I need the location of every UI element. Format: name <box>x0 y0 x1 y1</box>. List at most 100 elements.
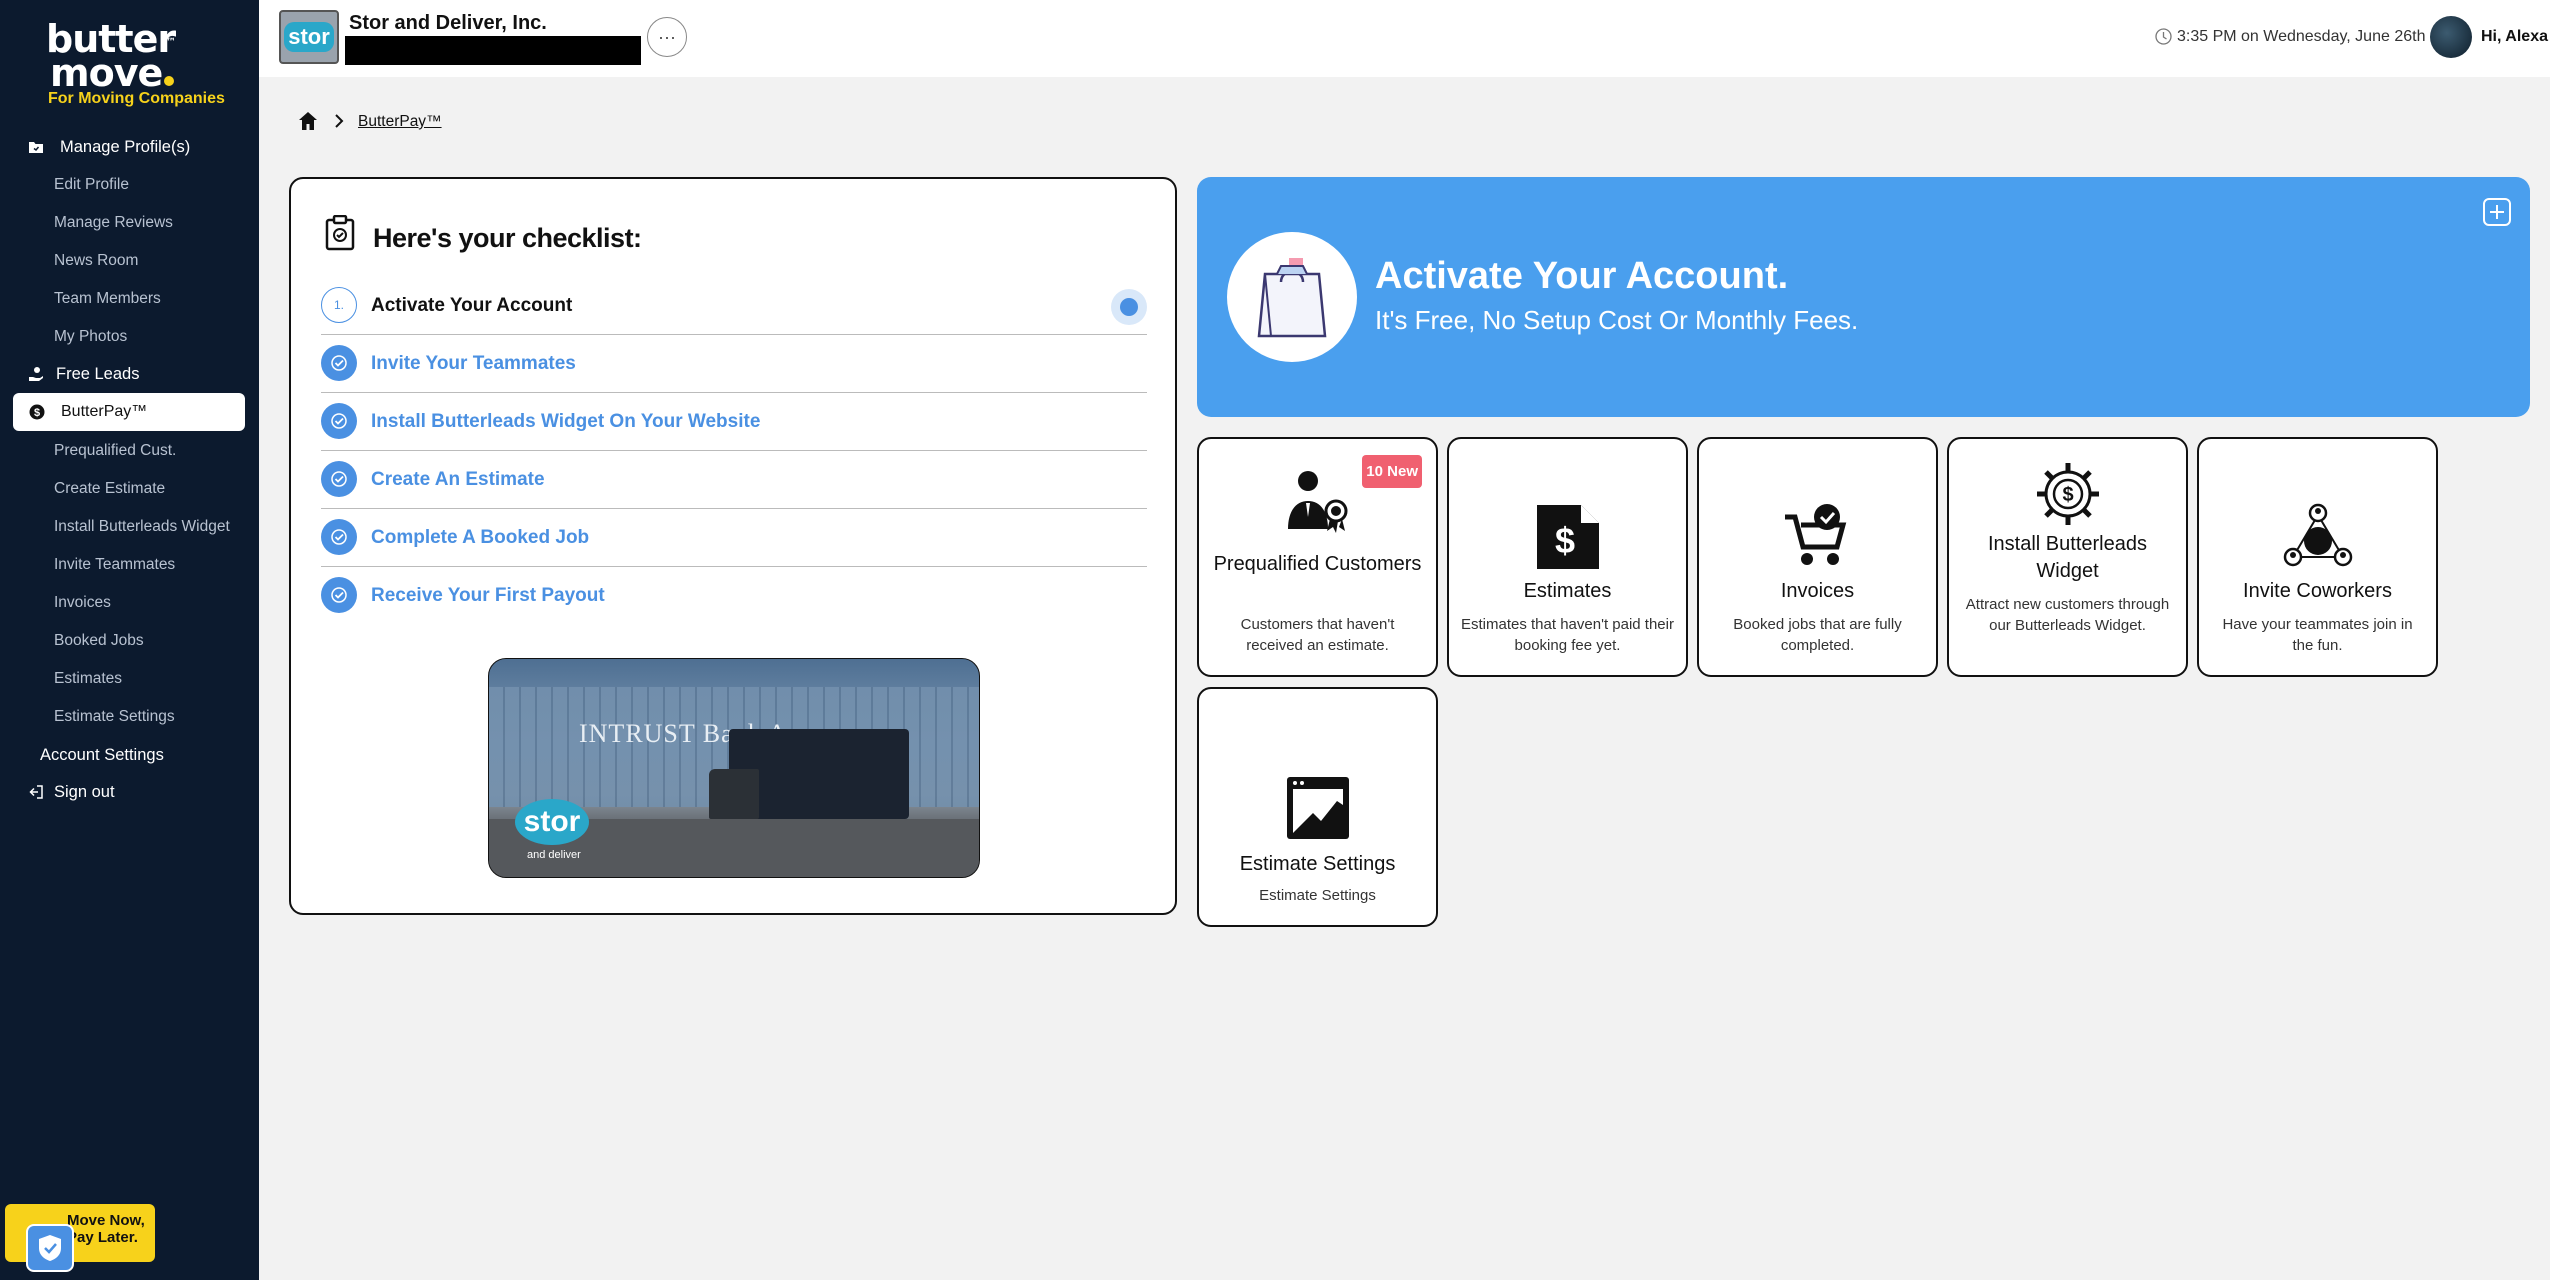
sidebar-item-label: Estimate Settings <box>54 708 175 725</box>
sidebar-item-news-room[interactable]: News Room <box>0 244 259 278</box>
sidebar-item-label: Free Leads <box>56 364 140 383</box>
checklist-step-booked-job[interactable]: Complete A Booked Job <box>321 509 1147 567</box>
sidebar-item-account-settings[interactable]: Account Settings <box>0 738 259 772</box>
home-icon[interactable] <box>298 111 318 131</box>
tile-description: Booked jobs that are fully completed. <box>1733 616 1902 654</box>
tile-title: Estimates <box>1523 580 1612 602</box>
activate-account-banner[interactable]: Activate Your Account. It's Free, No Set… <box>1197 177 2530 417</box>
checklist-step-invite[interactable]: Invite Your Teammates <box>321 335 1147 393</box>
sidebar-item-team-members[interactable]: Team Members <box>0 282 259 316</box>
checklist-step-activate[interactable]: 1. Activate Your Account <box>321 277 1147 335</box>
company-logo-text: stor <box>284 22 334 52</box>
more-options-button[interactable]: ··· <box>647 17 687 57</box>
sign-out-icon <box>29 785 43 799</box>
step-number: 1. <box>321 287 357 323</box>
sidebar-item-invite-teammates[interactable]: Invite Teammates <box>0 548 259 582</box>
sidebar-item-label: Prequalified Cust. <box>54 442 177 459</box>
step-label: Create An Estimate <box>371 469 545 490</box>
sidebar-item-estimate-settings[interactable]: Estimate Settings <box>0 700 259 734</box>
checklist-step-install-widget[interactable]: Install Butterleads Widget On Your Websi… <box>321 393 1147 451</box>
top-header: stor Stor and Deliver, Inc. ··· 3:35 PM … <box>259 0 2550 77</box>
logo-subtitle: For Moving Companies <box>48 90 225 107</box>
company-logo[interactable]: stor <box>279 10 339 64</box>
checklist-step-create-estimate[interactable]: Create An Estimate <box>321 451 1147 509</box>
new-count-badge: 10 New <box>1362 455 1422 488</box>
tile-invite-coworkers[interactable]: Invite Coworkers Have your teammates joi… <box>2197 437 2438 677</box>
tile-estimate-settings[interactable]: Estimate Settings Estimate Settings <box>1197 687 1438 927</box>
banner-subtitle: It's Free, No Setup Cost Or Monthly Fees… <box>1375 305 1859 335</box>
logo-dot <box>164 76 175 86</box>
chevron-right-icon <box>335 114 344 128</box>
sidebar-item-prequalified[interactable]: Prequalified Cust. <box>0 434 259 468</box>
team-network-icon <box>2283 503 2352 567</box>
tile-description: Have your teammates join in the fun. <box>2222 616 2413 654</box>
tile-description: Customers that haven't received an estim… <box>1240 616 1395 654</box>
breadcrumb-current[interactable]: ButterPay™ <box>358 113 442 131</box>
sidebar-item-butterpay[interactable]: $ ButterPay™ <box>13 393 245 431</box>
certified-user-icon <box>1287 471 1347 533</box>
company-truck-photo: INTRUST Bank Arena stor and deliver <box>488 658 980 878</box>
checklist-step-payout[interactable]: Receive Your First Payout <box>321 567 1147 625</box>
user-avatar[interactable] <box>2430 16 2472 58</box>
sidebar-item-edit-profile[interactable]: Edit Profile <box>0 168 259 202</box>
redacted-field <box>345 36 641 65</box>
sidebar-item-manage-reviews[interactable]: Manage Reviews <box>0 206 259 240</box>
more-options-label: ··· <box>658 26 676 47</box>
sidebar-item-label: Sign out <box>54 782 115 801</box>
tile-prequalified-customers[interactable]: 10 New Prequalified Customers Customers … <box>1197 437 1438 677</box>
user-greeting[interactable]: Hi, Alexa <box>2481 28 2548 46</box>
window-chart-icon <box>1286 777 1349 839</box>
sidebar-item-estimates[interactable]: Estimates <box>0 662 259 696</box>
tile-title: Prequalified Customers <box>1213 553 1422 575</box>
step-label: Receive Your First Payout <box>371 585 605 606</box>
sidebar-item-booked-jobs[interactable]: Booked Jobs <box>0 624 259 658</box>
sidebar-item-my-photos[interactable]: My Photos <box>0 320 259 354</box>
sidebar-item-label: Account Settings <box>40 745 164 764</box>
step-radio[interactable] <box>1111 289 1147 325</box>
sidebar-item-label: Install Butterleads Widget <box>54 518 230 535</box>
step-label: Invite Your Teammates <box>371 353 576 374</box>
sidebar-item-invoices[interactable]: Invoices <box>0 586 259 620</box>
sidebar-item-label: News Room <box>54 252 139 269</box>
sidebar-item-label: Estimates <box>54 670 123 687</box>
checklist-title: Here's your checklist: <box>373 223 642 253</box>
shield-check-icon[interactable] <box>26 1224 74 1272</box>
cart-check-icon <box>1784 504 1846 565</box>
tile-install-widget[interactable]: $ Install Butterleads Widget Attract new… <box>1947 437 2188 677</box>
sidebar-item-label: Manage Profile(s) <box>60 137 191 156</box>
logo-line2: move <box>50 51 163 95</box>
sidebar-item-manage-profiles[interactable]: Manage Profile(s) <box>0 130 259 164</box>
sidebar-item-sign-out[interactable]: Sign out <box>0 775 259 809</box>
tile-title: Invoices <box>1780 580 1855 602</box>
tile-invoices[interactable]: Invoices Booked jobs that are fully comp… <box>1697 437 1938 677</box>
add-square-icon[interactable] <box>2482 197 2512 227</box>
sidebar-item-install-widget[interactable]: Install Butterleads Widget <box>0 510 259 544</box>
hand-coin-icon <box>29 367 43 381</box>
tile-title: Install Butterleads Widget <box>1988 533 2147 582</box>
dollar-circle-icon: $ <box>29 404 45 420</box>
check-circle-icon <box>321 577 357 613</box>
folder-icon <box>29 142 43 153</box>
shopping-bag-icon <box>1227 232 1357 362</box>
sidebar-item-label: Manage Reviews <box>54 214 173 231</box>
sidebar-item-free-leads[interactable]: Free Leads <box>0 357 259 391</box>
butter-move-logo[interactable]: butter ™ move <box>46 20 206 92</box>
tile-title: Invite Coworkers <box>2243 580 2392 602</box>
sidebar-item-label: Create Estimate <box>54 480 166 497</box>
sidebar-item-label: Team Members <box>54 290 161 307</box>
check-circle-icon <box>321 461 357 497</box>
svg-text:$: $ <box>2062 484 2073 506</box>
photo-logo: stor <box>515 799 589 845</box>
logo-trademark: ™ <box>166 37 176 48</box>
company-name: Stor and Deliver, Inc. <box>349 12 547 34</box>
checklist-card: Here's your checklist: 1. Activate Your … <box>289 177 1177 915</box>
banner-title: Activate Your Account. <box>1375 255 1789 297</box>
step-label: Activate Your Account <box>371 295 573 316</box>
sidebar-item-create-estimate[interactable]: Create Estimate <box>0 472 259 506</box>
tile-description: Estimate Settings <box>1259 887 1376 904</box>
step-label: Complete A Booked Job <box>371 527 590 548</box>
tile-estimates[interactable]: $ Estimates Estimates that haven't paid … <box>1447 437 1688 677</box>
tile-title: Estimate Settings <box>1239 853 1396 875</box>
current-datetime: 3:35 PM on Wednesday, June 26th <box>2177 28 2426 45</box>
sidebar-item-label: ButterPay™ <box>61 403 148 420</box>
